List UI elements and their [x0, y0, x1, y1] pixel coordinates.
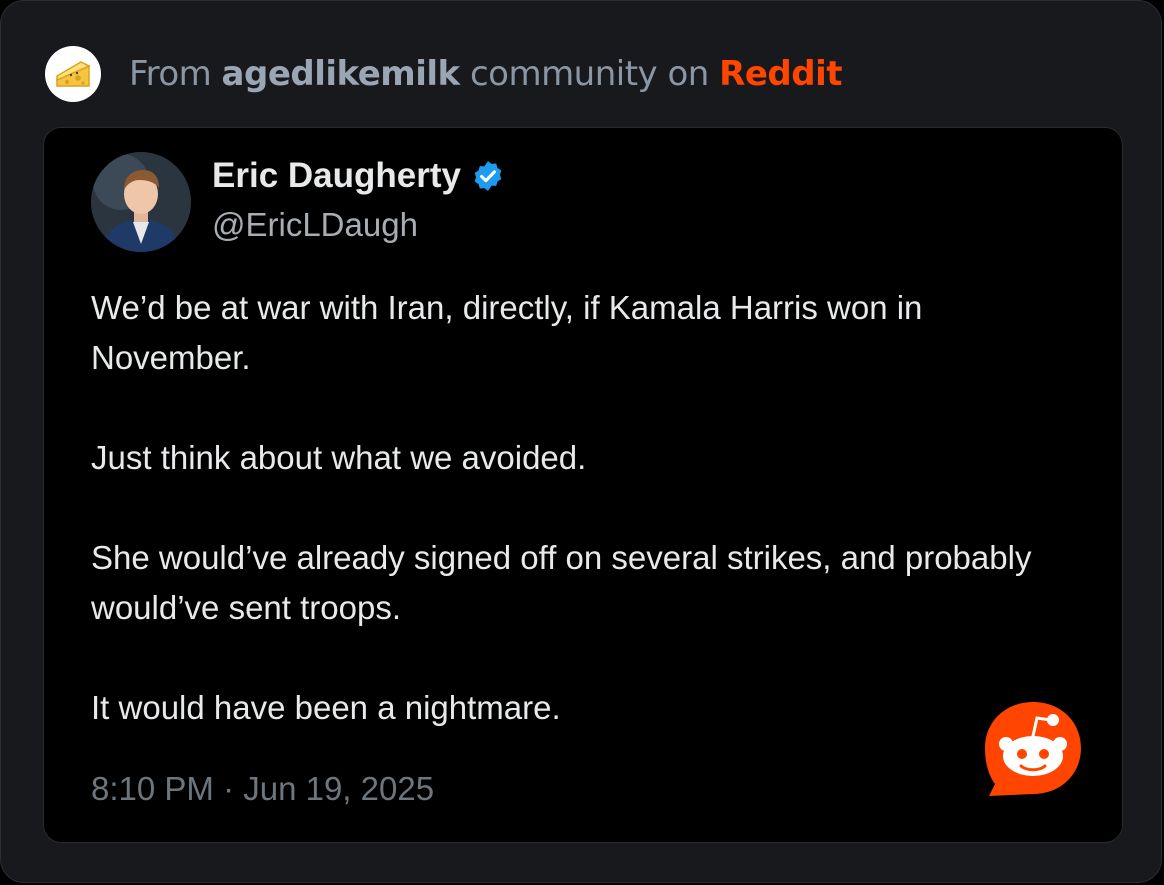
shared-post-card: From agedlikemilk community on Reddit Er…	[0, 0, 1162, 883]
community-link[interactable]: agedlikemilk	[222, 54, 461, 94]
tweet-screenshot: Eric Daugherty @EricLDaugh We’d be at wa…	[43, 127, 1123, 843]
verified-badge-icon	[474, 161, 502, 191]
tweet-paragraph: It would have been a nightmare.	[91, 689, 561, 726]
source-prefix: From	[129, 54, 222, 94]
avatar[interactable]	[91, 152, 191, 252]
reddit-logo-icon[interactable]	[981, 698, 1085, 800]
source-header: From agedlikemilk community on Reddit	[45, 44, 842, 104]
author-photo	[91, 152, 191, 252]
tweet-paragraph: Just think about what we avoided.	[91, 439, 587, 476]
community-avatar[interactable]	[45, 46, 101, 102]
tweet-timestamp[interactable]: 8:10 PM · Jun 19, 2025	[91, 770, 434, 808]
platform-link[interactable]: Reddit	[719, 54, 842, 94]
source-line: From agedlikemilk community on Reddit	[129, 54, 842, 94]
tweet-text: We’d be at war with Iran, directly, if K…	[91, 283, 1091, 733]
author-name[interactable]: Eric Daugherty	[212, 156, 461, 196]
author-handle[interactable]: @EricLDaugh	[212, 206, 418, 244]
cheese-icon	[56, 61, 91, 87]
source-middle: community on	[459, 54, 720, 94]
tweet-paragraph: We’d be at war with Iran, directly, if K…	[91, 289, 923, 376]
tweet-paragraph: She would’ve already signed off on sever…	[91, 539, 1032, 626]
author-name-row: Eric Daugherty	[212, 156, 505, 196]
